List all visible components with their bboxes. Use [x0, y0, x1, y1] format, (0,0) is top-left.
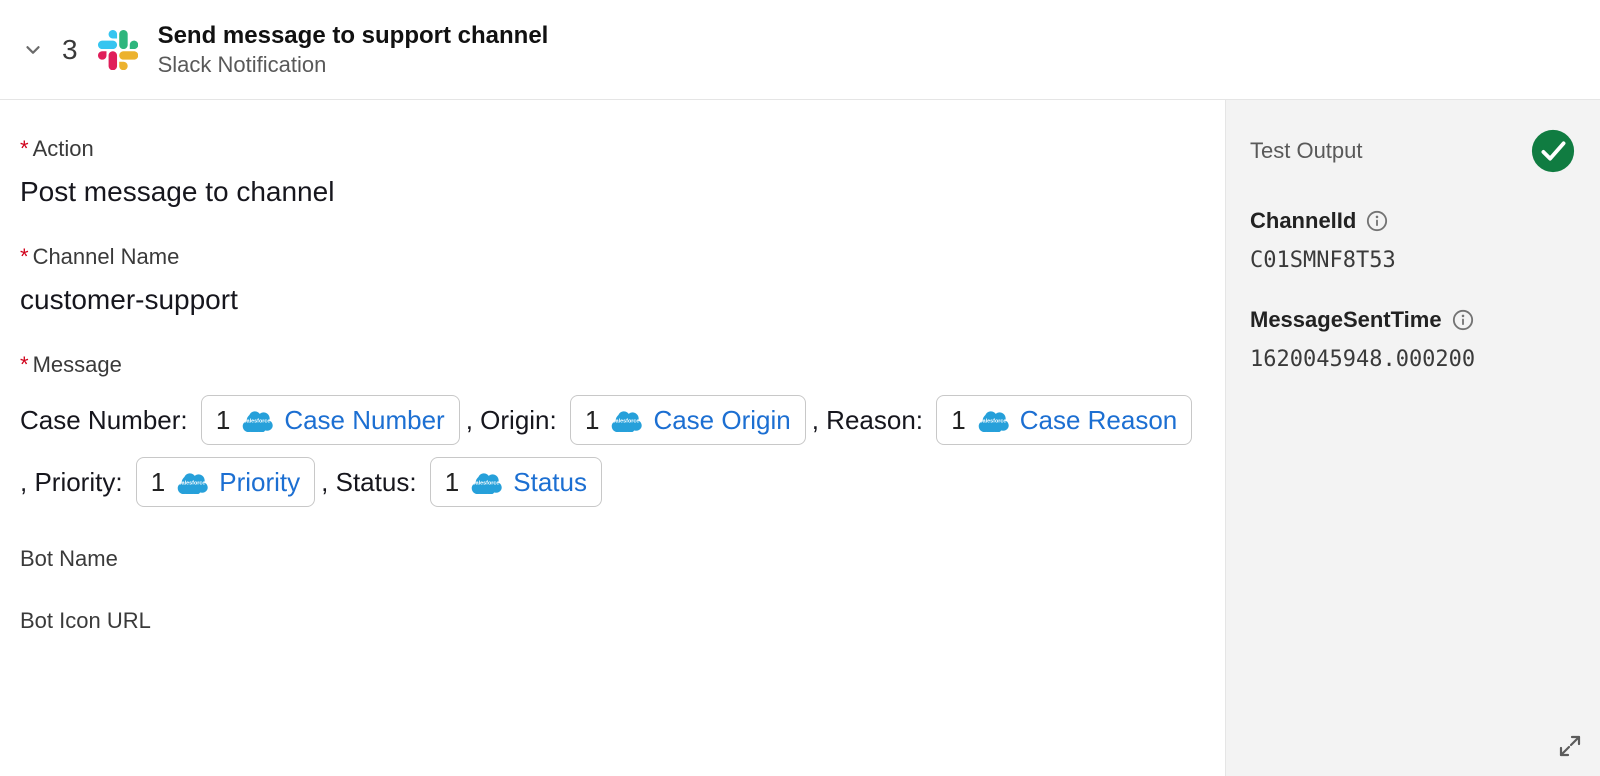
step-subtitle: Slack Notification [158, 52, 549, 78]
merge-field-pill[interactable]: 1 Status [430, 457, 602, 507]
pill-label: Status [513, 454, 587, 510]
merge-field-pill[interactable]: 1 Case Reason [936, 395, 1192, 445]
pill-step-number: 1 [445, 454, 459, 510]
message-value[interactable]: Case Number: 1Case Number, Origin: 1Case… [20, 392, 1205, 510]
required-star: * [20, 352, 29, 377]
output-item-value: 1620045948.000200 [1250, 347, 1576, 372]
salesforce-cloud-icon [175, 470, 209, 494]
salesforce-cloud-icon [240, 408, 274, 432]
field-channel-name: *Channel Name customer-support [20, 244, 1205, 316]
step-title: Send message to support channel [158, 22, 549, 50]
merge-field-pill[interactable]: 1 Case Number [201, 395, 460, 445]
pill-label: Case Origin [653, 392, 790, 448]
output-item-label: ChannelId [1250, 208, 1356, 234]
output-pane: Test Output ChannelId C01SMNF8T53 MessageS… [1225, 100, 1600, 776]
field-action: *Action Post message to channel [20, 136, 1205, 208]
info-icon[interactable] [1452, 309, 1474, 331]
pill-step-number: 1 [151, 454, 165, 510]
channel-name-value[interactable]: customer-support [20, 284, 1205, 316]
pill-step-number: 1 [951, 392, 965, 448]
output-item: ChannelId C01SMNF8T53 [1250, 208, 1576, 273]
field-bot-name: Bot Name [20, 546, 1205, 572]
form-pane: *Action Post message to channel *Channel… [0, 100, 1225, 776]
info-icon[interactable] [1366, 210, 1388, 232]
required-star: * [20, 136, 29, 161]
message-text-segment: , Priority: [20, 454, 130, 510]
slack-icon [98, 30, 138, 70]
merge-field-pill[interactable]: 1 Priority [136, 457, 315, 507]
salesforce-cloud-icon [469, 470, 503, 494]
output-item: MessageSentTime 1620045948.000200 [1250, 307, 1576, 372]
salesforce-cloud-icon [976, 408, 1010, 432]
message-text-segment: , Origin: [466, 392, 564, 448]
action-value[interactable]: Post message to channel [20, 176, 1205, 208]
merge-field-pill[interactable]: 1 Case Origin [570, 395, 806, 445]
pill-label: Priority [219, 454, 300, 510]
step-number: 3 [62, 34, 78, 66]
message-text-segment: Case Number: [20, 392, 195, 448]
field-bot-icon-url: Bot Icon URL [20, 608, 1205, 634]
message-label: Message [33, 352, 122, 377]
pill-label: Case Reason [1020, 392, 1178, 448]
salesforce-cloud-icon [609, 408, 643, 432]
expand-icon[interactable] [1558, 734, 1582, 758]
message-text-segment: , Status: [321, 454, 424, 510]
message-text-segment: , Reason: [812, 392, 931, 448]
channel-name-label: Channel Name [33, 244, 180, 269]
pill-step-number: 1 [216, 392, 230, 448]
output-title: Test Output [1250, 138, 1363, 164]
output-item-value: C01SMNF8T53 [1250, 248, 1576, 273]
pill-label: Case Number [284, 392, 444, 448]
pill-step-number: 1 [585, 392, 599, 448]
success-check-icon [1530, 128, 1576, 174]
step-header: 3 Send message to support channel Slack … [0, 0, 1600, 100]
bot-name-label: Bot Name [20, 546, 118, 571]
field-message: *Message Case Number: 1Case Number, Orig… [20, 352, 1205, 510]
required-star: * [20, 244, 29, 269]
bot-icon-url-label: Bot Icon URL [20, 608, 151, 633]
output-item-label: MessageSentTime [1250, 307, 1442, 333]
chevron-down-icon[interactable] [18, 35, 48, 65]
action-label: Action [33, 136, 94, 161]
